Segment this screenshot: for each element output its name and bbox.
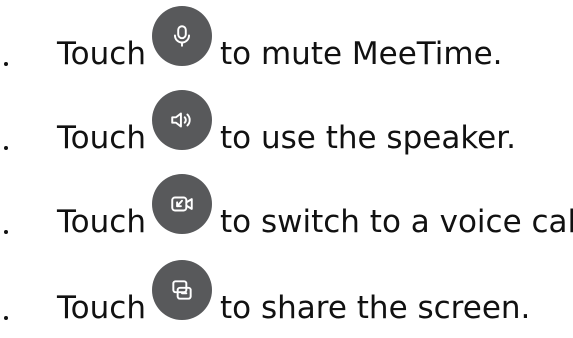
instruction-text: to use the speaker. <box>220 120 516 156</box>
microphone-icon <box>152 6 212 66</box>
share-screen-icon <box>152 260 212 320</box>
touch-label: Touch <box>57 120 146 156</box>
touch-label: Touch <box>57 204 146 240</box>
bullet <box>4 146 8 150</box>
touch-label: Touch <box>57 290 146 326</box>
list-item: Touch to use the speaker. <box>0 84 573 168</box>
list-item: Touch to share the screen. <box>0 254 573 338</box>
instruction-text: to switch to a voice call. <box>220 204 573 240</box>
switch-to-voice-call-icon <box>152 174 212 234</box>
bullet <box>4 230 8 234</box>
instruction-text: to mute MeeTime. <box>220 36 503 72</box>
instruction-text: to share the screen. <box>220 290 531 326</box>
speaker-icon <box>152 90 212 150</box>
bullet <box>4 62 8 66</box>
bullet <box>4 316 8 320</box>
list-item: Touch to mute MeeTime. <box>0 0 573 84</box>
instruction-list: Touch to mute MeeTime. Touch to use the … <box>0 0 573 338</box>
list-item: Touch to switch to a voice call. <box>0 168 573 252</box>
touch-label: Touch <box>57 36 146 72</box>
